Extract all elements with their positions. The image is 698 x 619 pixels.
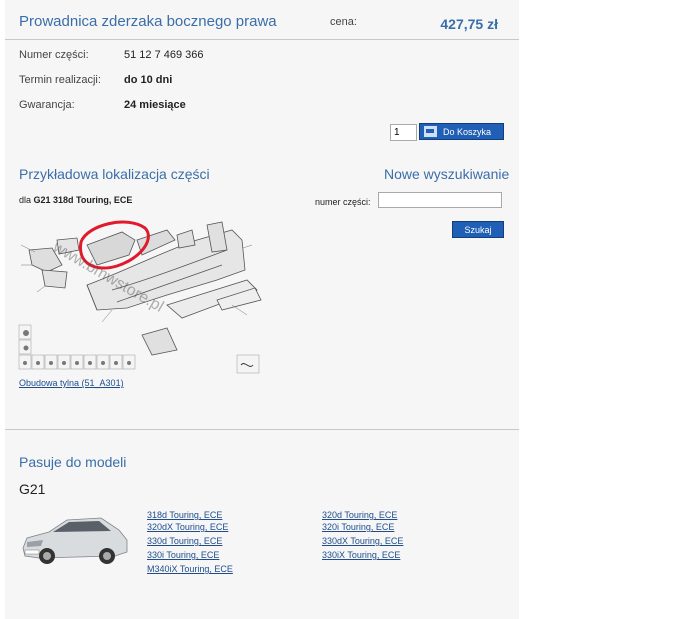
new-search-title: Nowe wyszukiwanie xyxy=(384,166,510,182)
model-link[interactable]: 330iX Touring, ECE xyxy=(322,550,400,560)
parts-diagram: www.bmwstore.pl xyxy=(18,220,262,374)
model-caption-model: G21 318d Touring, ECE xyxy=(33,195,133,205)
model-caption: dla G21 318d Touring, ECE xyxy=(19,195,132,205)
model-link[interactable]: M340iX Touring, ECE xyxy=(147,564,233,574)
price-label: cena: xyxy=(330,16,357,28)
model-link[interactable]: 318d Touring, ECE xyxy=(147,510,222,520)
add-to-cart-label: Do Koszyka xyxy=(443,126,492,137)
model-link[interactable]: 320d Touring, ECE xyxy=(322,510,397,520)
cart-icon xyxy=(424,126,437,137)
warranty-label: Gwarancja: xyxy=(19,99,75,111)
add-to-cart-button[interactable]: Do Koszyka xyxy=(419,123,504,140)
delivery-time-value: do 10 dni xyxy=(124,74,173,86)
search-label: numer części: xyxy=(315,197,371,207)
car-image xyxy=(22,517,128,564)
part-group-link[interactable]: Obudowa tylna (51_A301) xyxy=(19,378,124,388)
search-button[interactable]: Szukaj xyxy=(452,221,504,238)
part-number-value: 51 12 7 469 366 xyxy=(124,49,204,61)
quantity-input[interactable] xyxy=(390,124,417,141)
series-heading: G21 xyxy=(19,481,46,497)
delivery-time-label: Termin realizacji: xyxy=(19,74,101,86)
model-caption-prefix: dla xyxy=(19,195,32,205)
product-title: Prowadnica zderzaka bocznego prawa xyxy=(19,13,277,30)
price-value: 427,75 zł xyxy=(440,16,498,32)
divider xyxy=(5,39,519,40)
location-title: Przykładowa lokalizacja części xyxy=(19,166,210,182)
model-link[interactable]: 330d Touring, ECE xyxy=(147,536,222,546)
divider xyxy=(5,429,519,430)
model-link[interactable]: 320i Touring, ECE xyxy=(322,522,394,532)
model-link[interactable]: 330dX Touring, ECE xyxy=(322,536,403,546)
part-number-label: Numer części: xyxy=(19,49,89,61)
warranty-value: 24 miesiące xyxy=(124,99,186,111)
model-link[interactable]: 330i Touring, ECE xyxy=(147,550,219,560)
model-link[interactable]: 320dX Touring, ECE xyxy=(147,522,228,532)
part-number-search-input[interactable] xyxy=(378,192,502,208)
fits-models-title: Pasuje do modeli xyxy=(19,454,127,470)
